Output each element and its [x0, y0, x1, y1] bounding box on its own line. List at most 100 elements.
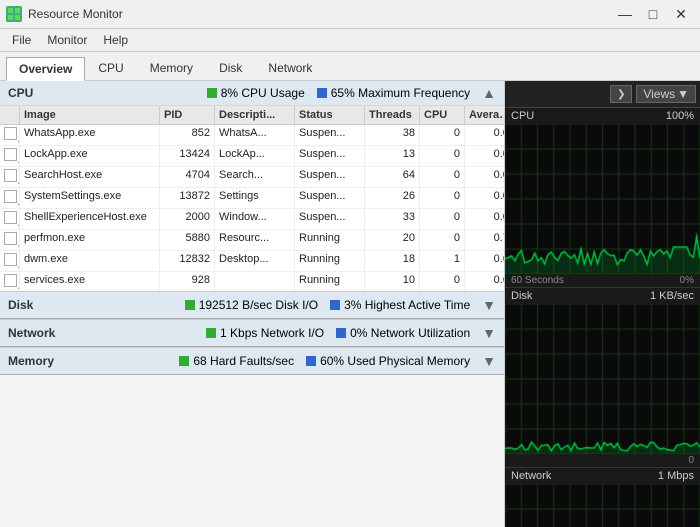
table-row[interactable]: SystemSettings.exe 13872 Settings Suspen…	[0, 188, 504, 209]
nav-forward-button[interactable]: ❯	[610, 85, 632, 103]
empty-area	[0, 375, 504, 527]
table-row[interactable]: LockApp.exe 13424 LockAp... Suspen... 13…	[0, 146, 504, 167]
memory-chevron: ▼	[482, 353, 496, 369]
cpu-section-header[interactable]: CPU 8% CPU Usage 65% Maximum Frequency ▲	[0, 81, 504, 106]
network-graph-value: 1 Mbps	[658, 470, 694, 482]
network-section-header[interactable]: Network 1 Kbps Network I/O 0% Network Ut…	[0, 319, 504, 347]
row-avg: 0.76	[465, 230, 504, 250]
disk-title: Disk	[8, 298, 33, 312]
row-pid: 2000	[160, 209, 215, 229]
table-row[interactable]: ShellExperienceHost.exe 2000 Window... S…	[0, 209, 504, 230]
row-checkbox[interactable]	[0, 209, 20, 229]
table-row[interactable]: SearchHost.exe 4704 Search... Suspen... …	[0, 167, 504, 188]
row-threads: 20	[365, 230, 420, 250]
disk-graph	[505, 304, 700, 454]
row-pid: 852	[160, 125, 215, 145]
row-image: LockApp.exe	[20, 146, 160, 166]
table-row[interactable]: dwm.exe 12832 Desktop... Running 18 1 0.…	[0, 251, 504, 272]
row-checkbox[interactable]	[0, 230, 20, 250]
cpu-graph-section: CPU 100% 60 Seconds 0%	[505, 108, 700, 288]
disk-dot2	[330, 300, 340, 310]
views-button[interactable]: Views ▼	[636, 85, 696, 103]
network-graph	[505, 484, 700, 527]
disk-dot1	[185, 300, 195, 310]
maximize-button[interactable]: □	[640, 4, 666, 24]
table-row[interactable]: WhatsApp.exe 852 WhatsA... Suspen... 38 …	[0, 125, 504, 146]
row-threads: 18	[365, 251, 420, 271]
disk-graph-label: Disk	[511, 290, 532, 302]
row-checkbox[interactable]	[0, 188, 20, 208]
row-checkbox[interactable]	[0, 167, 20, 187]
process-table-body: WhatsApp.exe 852 WhatsA... Suspen... 38 …	[0, 125, 504, 291]
row-cpu: 0	[420, 188, 465, 208]
memory-stats: 68 Hard Faults/sec 60% Used Physical Mem…	[179, 353, 496, 369]
cpu-chevron: ▲	[482, 85, 496, 101]
row-desc: Settings	[215, 188, 295, 208]
row-checkbox[interactable]	[0, 125, 20, 145]
row-cpu: 0	[420, 272, 465, 291]
tab-memory[interactable]: Memory	[137, 56, 206, 80]
col-checkbox[interactable]	[0, 106, 20, 124]
row-pid: 12832	[160, 251, 215, 271]
col-threads[interactable]: Threads	[365, 106, 420, 124]
network-graph-section: Network 1 Mbps 0	[505, 468, 700, 527]
network-stat2: 0% Network Utilization	[336, 326, 470, 340]
cpu-stat-usage: 8% CPU Usage	[207, 86, 305, 100]
row-cpu: 0	[420, 209, 465, 229]
col-image[interactable]: Image	[20, 106, 160, 124]
process-table-scroll[interactable]: Image PID Descripti... Status Threads CP…	[0, 106, 504, 291]
views-label: Views	[643, 87, 675, 101]
row-desc: LockAp...	[215, 146, 295, 166]
row-image: WhatsApp.exe	[20, 125, 160, 145]
tab-cpu[interactable]: CPU	[85, 56, 136, 80]
row-image: ShellExperienceHost.exe	[20, 209, 160, 229]
network-stats: 1 Kbps Network I/O 0% Network Utilizatio…	[206, 325, 496, 341]
row-avg: 0.00	[465, 209, 504, 229]
network-dot1	[206, 328, 216, 338]
cpu-freq-dot	[317, 88, 327, 98]
col-desc[interactable]: Descripti...	[215, 106, 295, 124]
disk-section-header[interactable]: Disk 192512 B/sec Disk I/O 3% Highest Ac…	[0, 291, 504, 319]
row-checkbox[interactable]	[0, 272, 20, 291]
row-cpu: 0	[420, 125, 465, 145]
table-row[interactable]: perfmon.exe 5880 Resourc... Running 20 0…	[0, 230, 504, 251]
row-pid: 13872	[160, 188, 215, 208]
minimize-button[interactable]: —	[612, 4, 638, 24]
window-controls: — □ ✕	[612, 4, 694, 24]
disk-stats: 192512 B/sec Disk I/O 3% Highest Active …	[185, 297, 496, 313]
row-status: Suspen...	[295, 125, 365, 145]
row-checkbox[interactable]	[0, 251, 20, 271]
tab-disk[interactable]: Disk	[206, 56, 255, 80]
cpu-graph-label-bar: CPU 100%	[505, 108, 700, 124]
memory-stat2: 60% Used Physical Memory	[306, 354, 470, 368]
network-graph-label: Network	[511, 470, 551, 482]
memory-section-header[interactable]: Memory 68 Hard Faults/sec 60% Used Physi…	[0, 347, 504, 375]
menu-help[interactable]: Help	[95, 31, 136, 49]
row-image: dwm.exe	[20, 251, 160, 271]
col-avg[interactable]: Averag...	[465, 106, 504, 124]
menu-monitor[interactable]: Monitor	[39, 31, 95, 49]
row-threads: 64	[365, 167, 420, 187]
cpu-canvas	[505, 124, 700, 274]
row-desc: Window...	[215, 209, 295, 229]
col-pid[interactable]: PID	[160, 106, 215, 124]
row-checkbox[interactable]	[0, 146, 20, 166]
col-cpu[interactable]: CPU	[420, 106, 465, 124]
row-avg: 0.00	[465, 125, 504, 145]
col-status[interactable]: Status	[295, 106, 365, 124]
tab-overview[interactable]: Overview	[6, 57, 85, 81]
network-graph-label-bar: Network 1 Mbps	[505, 468, 700, 484]
main-content: CPU 8% CPU Usage 65% Maximum Frequency ▲…	[0, 81, 700, 527]
network-stat1: 1 Kbps Network I/O	[206, 326, 324, 340]
cpu-graph-bottom: 60 Seconds 0%	[505, 274, 700, 287]
cpu-section-stats: 8% CPU Usage 65% Maximum Frequency ▲	[207, 85, 496, 101]
memory-dot2	[306, 356, 316, 366]
cpu-usage-dot	[207, 88, 217, 98]
close-button[interactable]: ✕	[668, 4, 694, 24]
row-threads: 13	[365, 146, 420, 166]
tab-bar: Overview CPU Memory Disk Network	[0, 52, 700, 81]
menu-file[interactable]: File	[4, 31, 39, 49]
table-row[interactable]: services.exe 928 Running 10 0 0.63	[0, 272, 504, 291]
cpu-pct-label: 0%	[680, 275, 694, 286]
tab-network[interactable]: Network	[255, 56, 325, 80]
